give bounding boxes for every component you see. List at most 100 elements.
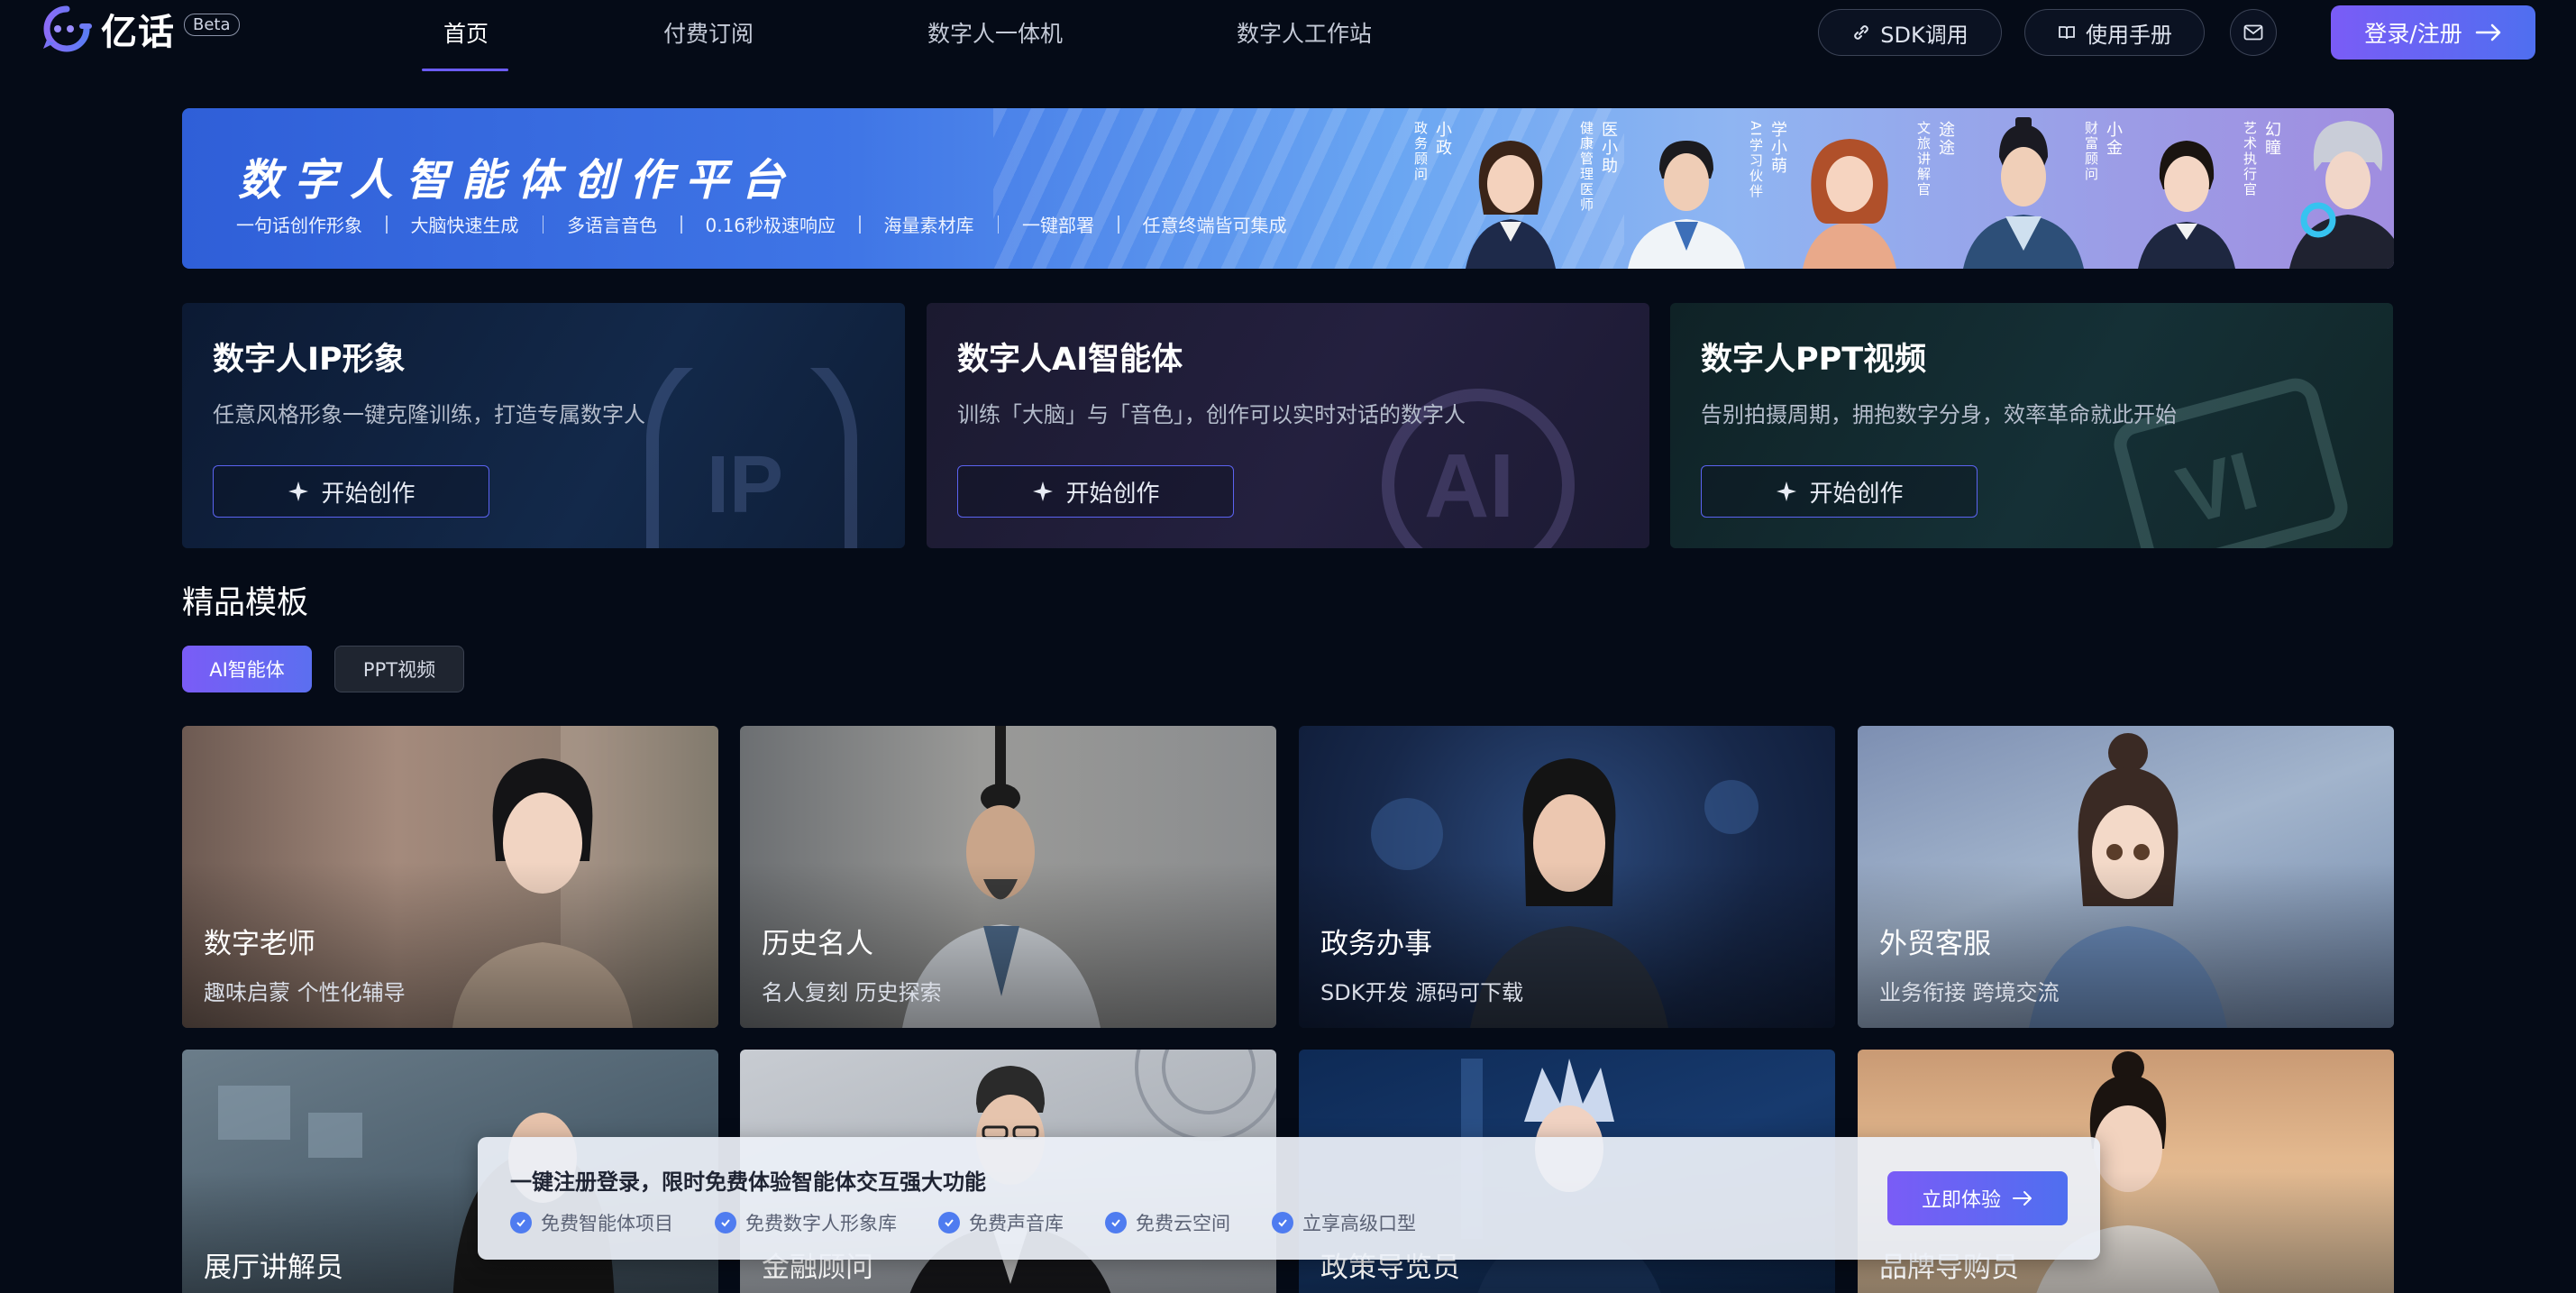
banner-feature: 任意终端皆可集成 xyxy=(1142,215,1287,236)
template-card[interactable]: 数字老师 趣味启蒙 个性化辅导 xyxy=(182,726,718,1028)
persona-portrait xyxy=(1628,141,1745,269)
persona-jin: 财富顾问 小金 xyxy=(2082,108,2253,269)
banner-feature: 一句话创作形象 xyxy=(236,215,362,236)
persona-role: 艺术执行官 xyxy=(2242,121,2258,197)
register-promo-bar: 一键注册登录，限时免费体验智能体交互强大功能 免费智能体项目 免费数字人形象库 … xyxy=(478,1137,2100,1260)
start-creating-button[interactable]: 开始创作 xyxy=(1701,465,1978,518)
video-watermark-icon: VI xyxy=(2114,378,2348,548)
template-desc: SDK开发 源码可下载 xyxy=(1320,980,1524,1005)
login-label: 登录/注册 xyxy=(2364,21,2462,47)
logo-icon xyxy=(43,5,92,52)
manual-label: 使用手册 xyxy=(2086,22,2172,48)
templates-section-title: 精品模板 xyxy=(182,585,309,621)
template-name: 政务办事 xyxy=(1320,928,1432,960)
tab-ppt-video[interactable]: PPT视频 xyxy=(334,646,464,692)
template-name: 历史名人 xyxy=(762,928,873,960)
arrow-right-icon xyxy=(2013,1191,2032,1206)
template-card[interactable]: 政务办事 SDK开发 源码可下载 xyxy=(1299,726,1835,1028)
template-card[interactable]: 外贸客服 业务衔接 跨境交流 xyxy=(1858,726,2394,1028)
check-icon xyxy=(938,1212,960,1233)
nav-subscription[interactable]: 付费订阅 xyxy=(663,16,754,49)
login-register-button[interactable]: 登录/注册 xyxy=(2331,5,2535,60)
persona-role: 文旅讲解官 xyxy=(1915,121,1932,197)
hero-banner[interactable]: 数字人智能体创作平台 一句话创作形象 大脑快速生成 多语言音色 0.16秒极速响… xyxy=(182,108,2394,269)
feature-card-desc: 任意风格形象一键克隆训练，打造专属数字人 xyxy=(213,402,645,427)
persona-huan: 艺术执行官 幻瞳 xyxy=(2241,108,2394,269)
promo-benefit: 免费云空间 xyxy=(1105,1209,1230,1236)
promo-benefit: 免费智能体项目 xyxy=(510,1209,673,1236)
start-creating-label: 开始创作 xyxy=(1065,480,1160,508)
persona-portrait xyxy=(2289,121,2394,269)
template-desc: 业务衔接 跨境交流 xyxy=(1879,980,2060,1005)
template-name: 数字老师 xyxy=(204,928,315,960)
mail-button[interactable] xyxy=(2230,9,2277,56)
persona-name: 小金 xyxy=(2104,121,2123,157)
persona-tu: 文旅讲解官 途途 xyxy=(1914,108,2095,269)
nav-active-indicator xyxy=(422,69,508,71)
promo-benefit-list: 免费智能体项目 免费数字人形象库 免费声音库 免费云空间 立享高级口型 xyxy=(510,1209,1416,1236)
persona-portrait xyxy=(2138,141,2235,269)
persona-yi: 健康管理医师 医小助 xyxy=(1577,108,1758,269)
feature-card-ai[interactable]: AI 数字人AI智能体 训练「大脑」与「音色」，创作可以实时对话的数字人 开始创… xyxy=(927,303,1649,548)
banner-feature-list: 一句话创作形象 大脑快速生成 多语言音色 0.16秒极速响应 海量素材库 一键部… xyxy=(236,211,1287,237)
start-creating-button[interactable]: 开始创作 xyxy=(213,465,489,518)
beta-badge: Beta xyxy=(184,13,240,36)
persona-role: 健康管理医师 xyxy=(1578,121,1594,213)
svg-text:IP: IP xyxy=(707,440,783,530)
feature-card-ip[interactable]: IP 数字人IP形象 任意风格形象一键克隆训练，打造专属数字人 开始创作 xyxy=(182,303,905,548)
sdk-label: SDK调用 xyxy=(1880,22,1969,48)
tab-ai-agent[interactable]: AI智能体 xyxy=(182,646,312,692)
check-icon xyxy=(1272,1212,1293,1233)
ai-watermark-icon: AI xyxy=(1382,389,1575,548)
persona-role: AI学习伙伴 xyxy=(1748,121,1764,199)
start-creating-label: 开始创作 xyxy=(1809,480,1904,508)
promo-benefit: 免费声音库 xyxy=(938,1209,1064,1236)
persona-role: 政务顾问 xyxy=(1412,121,1429,182)
book-icon xyxy=(2059,26,2075,40)
svg-text:AI: AI xyxy=(1424,436,1514,536)
banner-title: 数字人智能体创作平台 xyxy=(238,155,798,206)
promo-benefit-label: 免费云空间 xyxy=(1136,1213,1230,1234)
nav-all-in-one[interactable]: 数字人一体机 xyxy=(927,16,1063,49)
promo-benefit-label: 立享高级口型 xyxy=(1302,1213,1416,1234)
ip-watermark-icon: IP xyxy=(646,368,857,548)
persona-name: 医小助 xyxy=(1599,121,1618,175)
sparkle-icon xyxy=(1033,481,1054,501)
sparkle-icon xyxy=(1777,481,1797,501)
start-creating-button[interactable]: 开始创作 xyxy=(957,465,1234,518)
manual-button[interactable]: 使用手册 xyxy=(2024,9,2205,56)
persona-zheng: 政务顾问 小政 xyxy=(1411,108,1574,269)
nav-workstation[interactable]: 数字人工作站 xyxy=(1237,16,1372,49)
brand-logo[interactable]: 亿话 Beta xyxy=(40,5,240,53)
persona-portrait xyxy=(1963,117,2084,269)
nav-home[interactable]: 首页 xyxy=(443,16,489,49)
banner-feature: 0.16秒极速响应 xyxy=(705,215,836,236)
persona-name: 幻瞳 xyxy=(2262,121,2281,157)
sdk-button[interactable]: SDK调用 xyxy=(1818,9,2002,56)
template-name: 展厅讲解员 xyxy=(204,1252,343,1284)
start-creating-label: 开始创作 xyxy=(321,480,416,508)
persona-portrait xyxy=(1803,139,1896,269)
arrow-right-icon xyxy=(2475,23,2500,41)
promo-title: 一键注册登录，限时免费体验智能体交互强大功能 xyxy=(510,1169,986,1195)
banner-feature: 多语言音色 xyxy=(567,215,657,236)
check-icon xyxy=(510,1212,532,1233)
template-name: 外贸客服 xyxy=(1879,928,1991,960)
banner-feature: 一键部署 xyxy=(1022,215,1095,236)
check-icon xyxy=(1105,1212,1127,1233)
persona-role: 财富顾问 xyxy=(2083,121,2099,182)
promo-benefit-label: 免费数字人形象库 xyxy=(745,1213,897,1234)
persona-portrait xyxy=(1466,141,1556,269)
sparkle-icon xyxy=(288,481,309,501)
persona-name: 学小萌 xyxy=(1768,121,1787,175)
feature-card-desc: 训练「大脑」与「音色」，创作可以实时对话的数字人 xyxy=(957,402,1466,427)
template-card[interactable]: 历史名人 名人复刻 历史探索 xyxy=(740,726,1276,1028)
brand-name: 亿话 xyxy=(101,12,175,53)
check-icon xyxy=(715,1212,736,1233)
try-now-label: 立即体验 xyxy=(1921,1189,2001,1212)
try-now-button[interactable]: 立即体验 xyxy=(1887,1171,2068,1225)
feature-card-ppt[interactable]: VI 数字人PPT视频 告别拍摄周期，拥抱数字分身，效率革命就此开始 开始创作 xyxy=(1670,303,2393,548)
template-desc: 趣味启蒙 个性化辅导 xyxy=(204,980,406,1005)
top-header: 亿话 Beta 首页 付费订阅 数字人一体机 数字人工作站 SDK调用 使用手册… xyxy=(0,0,2576,72)
banner-feature: 大脑快速生成 xyxy=(410,215,519,236)
